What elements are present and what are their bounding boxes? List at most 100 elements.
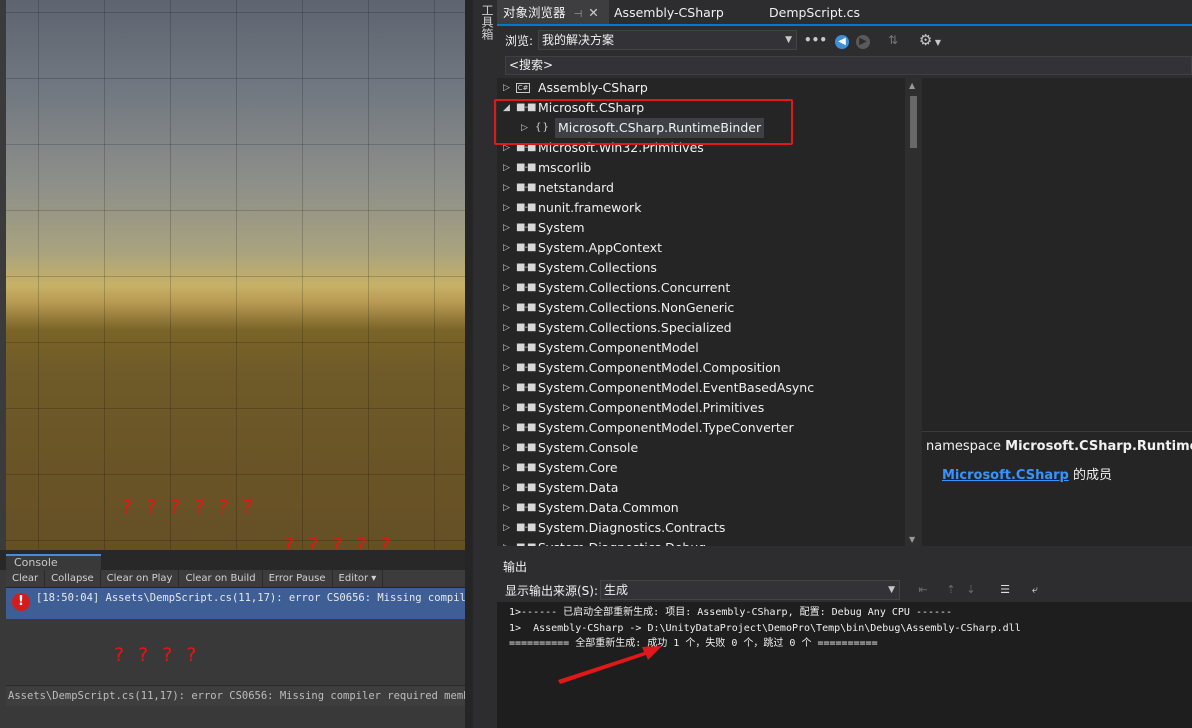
expand-arrow-icon[interactable]: ▷: [503, 538, 510, 546]
forward-arrow-icon: ▶: [856, 35, 870, 49]
expand-arrow-icon[interactable]: ▷: [503, 518, 510, 538]
error-icon: !: [12, 593, 30, 611]
scroll-down-icon[interactable]: ▼: [909, 535, 915, 544]
expand-arrow-icon[interactable]: ▷: [503, 458, 510, 478]
expand-arrow-icon[interactable]: ▷: [503, 158, 510, 178]
back-arrow-icon: ◀: [835, 35, 849, 49]
word-wrap-icon[interactable]: ⤶: [1027, 582, 1043, 598]
clear-on-play-toggle[interactable]: Clear on Play: [101, 569, 180, 588]
tab-console[interactable]: Console: [6, 554, 101, 570]
assembly-icon: ■-■: [516, 538, 536, 546]
tree-node-label: System.Data.Common: [538, 500, 679, 515]
chevron-down-icon: ▼: [932, 38, 942, 47]
browse-label: 浏览:: [505, 34, 534, 48]
assembly-icon: ■-■: [516, 362, 536, 373]
tree-node-label: System.Collections.Specialized: [538, 320, 732, 335]
error-pause-toggle[interactable]: Error Pause: [263, 569, 333, 588]
expand-arrow-icon[interactable]: ▷: [503, 318, 510, 338]
expand-arrow-icon[interactable]: ▷: [503, 78, 510, 98]
scene-grid: [0, 0, 465, 550]
expand-arrow-icon[interactable]: ▷: [503, 278, 510, 298]
back-button[interactable]: ◀: [834, 32, 850, 49]
expand-arrow-icon[interactable]: ▷: [503, 358, 510, 378]
assembly-icon: ■-■: [516, 342, 536, 353]
scene-left-edge: [0, 0, 6, 550]
chevron-down-icon: ▼: [785, 35, 792, 45]
tab-assembly-csharp[interactable]: Assembly-CSharp: [608, 0, 730, 24]
red-annotation-arrow: [558, 646, 662, 684]
assembly-icon: ■-■: [516, 162, 536, 173]
expand-arrow-icon[interactable]: ▷: [503, 378, 510, 398]
scroll-up-icon[interactable]: ▲: [909, 81, 915, 90]
assembly-icon: ■-■: [516, 462, 536, 473]
scroll-thumb[interactable]: [910, 96, 917, 148]
tab-dempscript[interactable]: DempScript.cs: [763, 0, 866, 24]
settings-gear-icon[interactable]: ⚙ ▼: [915, 32, 945, 48]
console-tab-label: Console: [14, 556, 58, 569]
console-error-message: [18:50:04] Assets\DempScript.cs(11,17): …: [36, 592, 465, 604]
detail-divider: [922, 431, 1192, 432]
red-highlight-box: [494, 99, 793, 145]
clear-on-build-toggle[interactable]: Clear on Build: [179, 569, 263, 588]
clear-all-icon[interactable]: ☰: [997, 582, 1013, 598]
namespace-keyword: namespace: [926, 439, 1006, 454]
editor-dropdown[interactable]: Editor ▾: [333, 569, 384, 588]
output-line-2: 1> Assembly-CSharp -> D:\UnityDataProjec…: [509, 622, 1021, 634]
console-footer: [0, 706, 465, 728]
expand-arrow-icon[interactable]: ▷: [503, 198, 510, 218]
tree-node-label: System.Diagnostics.Contracts: [538, 520, 726, 535]
member-of-suffix: 的成员: [1068, 468, 1112, 483]
window-splitter[interactable]: [465, 0, 473, 728]
document-tab-bar: 对象浏览器 ⊣ ✕ Assembly-CSharp DempScript.cs: [497, 0, 1192, 26]
expand-arrow-icon[interactable]: ▷: [503, 258, 510, 278]
console-error-entry[interactable]: ! [18:50:04] Assets\DempScript.cs(11,17)…: [6, 588, 465, 619]
assembly-icon: ■-■: [516, 522, 536, 533]
previous-message-icon[interactable]: ⇡: [943, 582, 959, 598]
assembly-icon: ■-■: [516, 182, 536, 193]
chevron-down-icon: ▼: [888, 585, 895, 595]
next-message-icon[interactable]: ⇣: [963, 582, 979, 598]
assembly-icon: ■-■: [516, 282, 536, 293]
search-input[interactable]: <搜索>: [505, 56, 1192, 75]
expand-arrow-icon[interactable]: ▷: [503, 498, 510, 518]
expand-arrow-icon[interactable]: ▷: [503, 298, 510, 318]
assembly-icon: ■-■: [516, 302, 536, 313]
close-icon[interactable]: ✕: [588, 5, 598, 20]
tree-node-label: System.AppContext: [538, 240, 662, 255]
assembly-icon: ■-■: [516, 202, 536, 213]
expand-arrow-icon[interactable]: ▷: [503, 478, 510, 498]
toolbox-label: 工具箱: [480, 4, 494, 40]
browse-scope-dropdown[interactable]: 我的解决方案 ▼: [538, 30, 797, 50]
tree-node-label: System: [538, 220, 585, 235]
console-detail-area: Assets\DempScript.cs(11,17): error CS065…: [6, 685, 465, 706]
collapse-toggle[interactable]: Collapse: [45, 569, 101, 588]
browse-scope-value: 我的解决方案: [542, 33, 615, 47]
expand-arrow-icon[interactable]: ▷: [503, 178, 510, 198]
assembly-icon: ■-■: [516, 402, 536, 413]
expand-arrow-icon[interactable]: ▷: [503, 418, 510, 438]
expand-arrow-icon[interactable]: ▷: [503, 438, 510, 458]
tree-scrollbar[interactable]: ▲ ▼: [905, 78, 921, 546]
more-options-icon[interactable]: •••: [804, 32, 827, 48]
go-to-message-icon[interactable]: ⇤: [915, 582, 931, 598]
add-reference-icon[interactable]: ⇅: [885, 32, 901, 48]
tree-node-label: System.ComponentModel.Primitives: [538, 400, 765, 415]
pin-icon[interactable]: ⊣: [574, 9, 583, 20]
unity-scene-view[interactable]: ? ? ? ? ? ? ? ? ? ? ?: [0, 0, 465, 550]
csharp-project-icon: C#: [516, 83, 530, 93]
tree-node-label: netstandard: [538, 180, 614, 195]
parent-assembly-link[interactable]: Microsoft.CSharp: [942, 468, 1069, 483]
forward-button[interactable]: ▶: [855, 32, 871, 49]
expand-arrow-icon[interactable]: ▷: [503, 338, 510, 358]
tree-node-label: System.Collections: [538, 260, 657, 275]
expand-arrow-icon[interactable]: ▷: [503, 398, 510, 418]
expand-arrow-icon[interactable]: ▷: [503, 218, 510, 238]
output-line-1: 1>------ 已启动全部重新生成: 项目: Assembly-CSharp,…: [509, 607, 953, 618]
output-source-dropdown[interactable]: 生成 ▼: [600, 580, 900, 600]
expand-arrow-icon[interactable]: ▷: [503, 238, 510, 258]
tree-node-label: System.Data: [538, 480, 619, 495]
assembly-icon: ■-■: [516, 422, 536, 433]
clear-button[interactable]: Clear: [6, 569, 46, 588]
tab-object-browser[interactable]: 对象浏览器 ⊣ ✕: [497, 0, 609, 24]
detail-pane: namespace Microsoft.CSharp.RuntimeBinder…: [922, 78, 1192, 546]
